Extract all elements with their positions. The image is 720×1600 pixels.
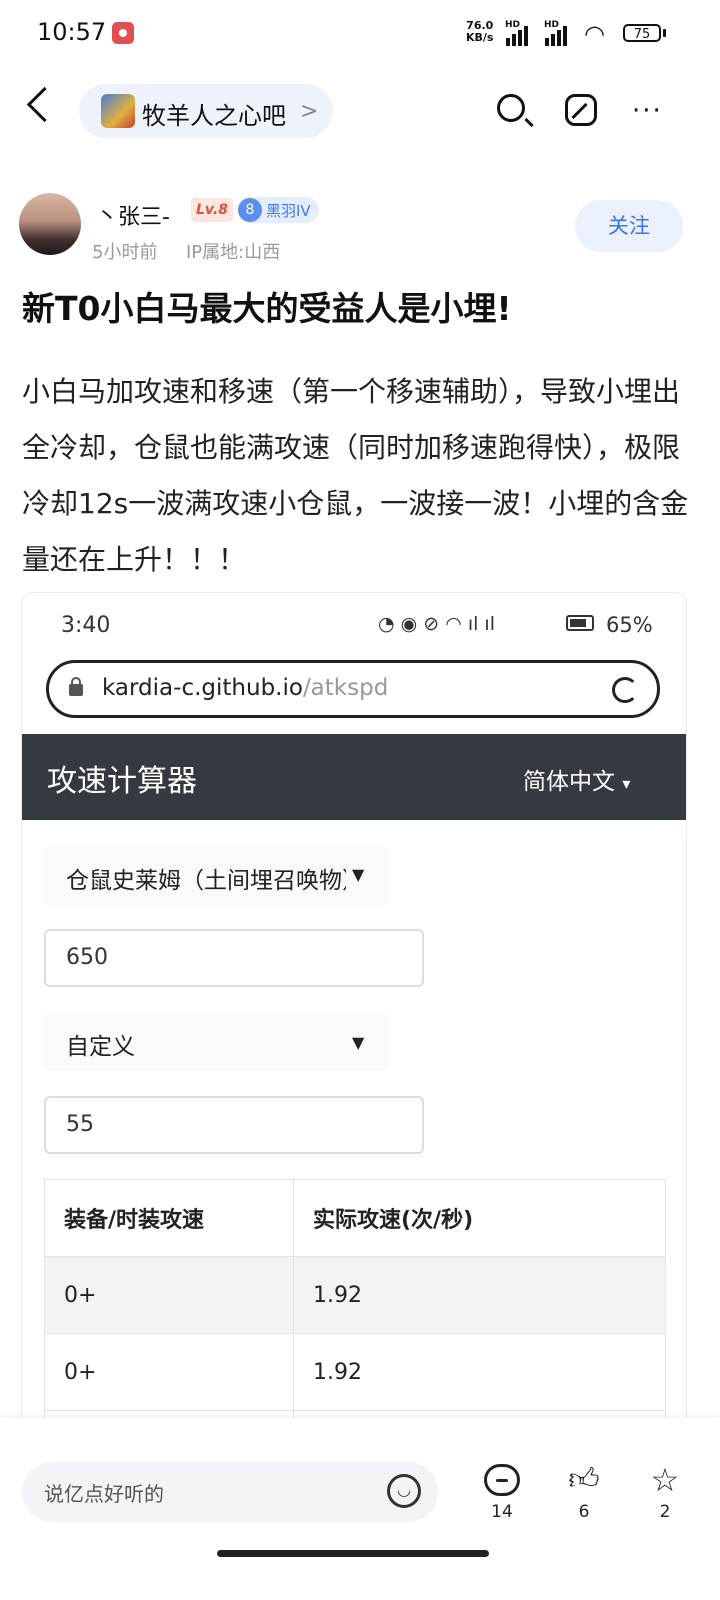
column-header: 装备/时装攻速 [44, 1179, 294, 1257]
reply-icon[interactable] [484, 1464, 520, 1496]
chevron-right-icon: > [300, 99, 319, 124]
table-cell: 1.92 [293, 1333, 666, 1411]
caret-down-icon: ▾ [622, 774, 631, 793]
caret-down-icon: ▼ [352, 1033, 365, 1052]
author-avatar[interactable] [19, 193, 81, 255]
like-count: 6 [578, 1502, 590, 1522]
star-count: 2 [659, 1502, 671, 1522]
lock-icon [69, 677, 83, 696]
image-status-icons: ◔ ◉ ⊘ ◠ ıl ıl [378, 613, 495, 635]
table-row: 0+ 1.92 [44, 1333, 666, 1411]
search-icon[interactable] [497, 94, 525, 122]
column-header: 实际攻速(次/秒) [293, 1179, 666, 1257]
reload-icon [612, 677, 638, 703]
screen-record-icon [112, 22, 134, 44]
image-status-time: 3:40 [61, 613, 111, 638]
rank-title: 黑羽IV [266, 201, 311, 220]
forum-name[interactable]: 牧羊人之心吧 [142, 96, 286, 131]
image-battery-percent: 65% [606, 613, 653, 637]
network-speed: 76.0 KB/s [466, 20, 493, 44]
table-header-row: 装备/时装攻速 实际攻速(次/秒) [44, 1179, 666, 1257]
post-time: 5小时前 [92, 242, 158, 263]
character-value: 仓鼠史莱姆（土间埋召唤物） [66, 868, 346, 894]
star-icon[interactable]: ☆ [647, 1464, 683, 1496]
edit-icon[interactable] [565, 94, 597, 126]
mode-value: 自定义 [66, 1034, 135, 1060]
like-icon[interactable]: 👍︎ [566, 1464, 602, 1496]
wifi-icon: ◠ [584, 20, 605, 48]
table-cell: 0+ [44, 1333, 294, 1411]
post-title: 新T0小白马最大的受益人是小埋! [22, 289, 512, 328]
follow-button[interactable]: 关注 [575, 200, 683, 252]
post-body: 小白马加攻速和移速（第一个移速辅助），导致小埋出全冷却，仓鼠也能满攻速（同时加移… [22, 375, 689, 576]
forum-avatar [101, 94, 135, 128]
language-select: 简体中文 ▾ [523, 762, 630, 796]
ip-location: IP属地:山西 [186, 242, 281, 263]
rank-badge: 8 黑羽IV [238, 197, 319, 223]
reply-count: 14 [491, 1502, 513, 1522]
app-title: 攻速计算器 [47, 764, 197, 799]
network-speed-unit: KB/s [466, 31, 494, 44]
author-name[interactable]: 丶张三- [96, 199, 170, 231]
image-battery-icon [566, 615, 594, 631]
url-text: kardia-c.github.io/atkspd [102, 675, 388, 701]
url-path: /atkspd [302, 675, 389, 701]
table-cell: 1.92 [293, 1256, 666, 1334]
comment-placeholder[interactable]: 说亿点好听的 [44, 1478, 164, 1507]
status-time: 10:57 [37, 18, 107, 46]
caret-down-icon: ▼ [352, 865, 365, 884]
language-label: 简体中文 [523, 769, 615, 795]
hd-label-2: HD [544, 20, 560, 30]
emoji-icon[interactable]: ◡ [387, 1474, 421, 1508]
more-icon[interactable]: ··· [632, 96, 663, 126]
table-cell: 0+ [44, 1256, 294, 1334]
hd-label: HD [505, 20, 521, 30]
level-badge: Lv.8 [191, 198, 233, 222]
battery-tip [663, 29, 666, 37]
battery-icon: 75 [623, 24, 661, 42]
custom-value-input: 55 [44, 1096, 424, 1154]
back-icon[interactable] [26, 86, 63, 123]
base-value-input: 650 [44, 929, 424, 987]
post-image[interactable]: 3:40 ◔ ◉ ⊘ ◠ ıl ıl 65% kardia-c.github.i… [21, 592, 687, 1494]
url-host: kardia-c.github.io [102, 675, 303, 701]
home-indicator[interactable] [217, 1550, 489, 1557]
rank-number: 8 [238, 198, 262, 222]
table-row: 0+ 1.92 [44, 1256, 666, 1334]
